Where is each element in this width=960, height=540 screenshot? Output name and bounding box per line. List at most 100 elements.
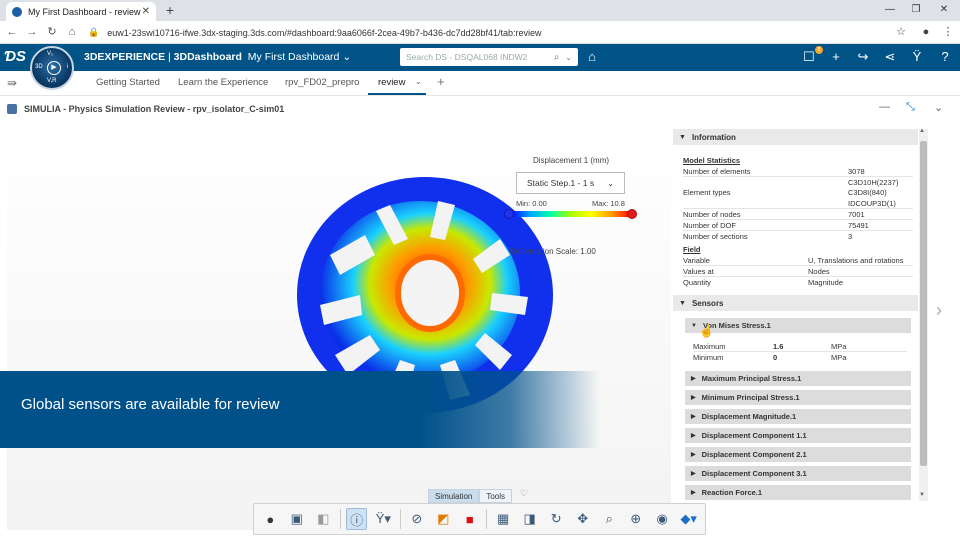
row-divider (683, 265, 913, 266)
notification-badge: 5 (815, 46, 823, 54)
sensor-displacement-magnitude[interactable]: ▶ Displacement Magnitude.1 (685, 409, 911, 424)
zoom-icon[interactable]: ⊕ (625, 508, 646, 530)
info-icon[interactable]: ⓘ (346, 508, 368, 530)
stat-value: 3 (848, 232, 853, 241)
search-scope-chevron-icon[interactable]: ⌄ (565, 53, 572, 62)
zoom-area-icon[interactable]: ⌕ (599, 508, 620, 530)
bookmark-star-icon[interactable]: ☆ (893, 24, 909, 40)
row-divider (683, 176, 913, 177)
mesh-icon[interactable]: ▦ (493, 508, 514, 530)
apps-icon[interactable]: Ÿ (908, 48, 926, 66)
search-input[interactable]: Search DS - DSQAL068 INDW2 ⌕ ⌄ (400, 48, 578, 66)
sensor-maximum-principal-stress[interactable]: ▶ Maximum Principal Stress.1 (685, 371, 911, 386)
camera-icon[interactable]: ◧ (313, 508, 334, 530)
caption-text: Global sensors are available for review (21, 396, 280, 413)
compass-widget[interactable]: V₁ 3D i V,R ▶ (30, 46, 74, 90)
step-select-value: Static Step.1 - 1 s (527, 178, 595, 188)
close-window-icon[interactable]: ✕ (934, 2, 954, 18)
help-icon[interactable]: ? (936, 48, 954, 66)
sensors-section-header[interactable]: ▼ Sensors (673, 295, 918, 311)
colorbar-max-handle[interactable] (627, 209, 637, 219)
minimize-window-icon[interactable]: — (880, 2, 900, 18)
expand-triangle-icon: ▶ (691, 433, 696, 439)
url-text: euw1-23swi10716-ifwe.3dx-staging.3ds.com… (107, 27, 542, 38)
search-icon[interactable]: ⌕ (554, 52, 560, 63)
toolbar-tabs: Simulation Tools (428, 489, 513, 503)
color-legend-icon[interactable]: ■ (460, 508, 481, 530)
gradient-icon[interactable]: ◩ (433, 508, 454, 530)
toolbar-tab-simulation[interactable]: Simulation (428, 489, 480, 503)
brand-app: 3DDashboard (173, 51, 242, 63)
sensor-reaction-force[interactable]: ▶ Reaction Force.1 (685, 485, 911, 500)
back-icon[interactable]: ← (4, 24, 20, 40)
play-icon[interactable]: ▶ (47, 61, 61, 75)
scroll-up-icon[interactable]: ▲ (919, 128, 925, 134)
sensor-von-mises-stress[interactable]: ▼ Von Mises Stress.1 (685, 318, 911, 333)
sensor-minimum-principal-stress[interactable]: ▶ Minimum Principal Stress.1 (685, 390, 911, 405)
network-icon[interactable]: ⋖ (881, 48, 899, 66)
chevron-right-icon[interactable]: › (936, 300, 942, 321)
rotate-icon[interactable]: ↻ (546, 508, 567, 530)
stat-value: 75491 (848, 221, 869, 230)
widget-menu-chevron-icon[interactable]: ⌄ (934, 101, 943, 114)
toolbar-collapse-chevron-icon[interactable]: ♡ (520, 488, 528, 499)
close-tab-icon[interactable]: ✕ (142, 6, 150, 17)
browser-menu-icon[interactable]: ⋮ (940, 24, 956, 40)
active-tab-indicator (368, 93, 426, 95)
new-tab-button[interactable]: + (162, 2, 178, 18)
panel-scrollbar-thumb[interactable] (920, 141, 927, 466)
field-key: Quantity (683, 278, 711, 287)
sensor-name: Maximum Principal Stress.1 (701, 374, 802, 383)
sidebar-toggle-icon[interactable]: ⇛ (7, 76, 17, 90)
sensors-header-label: Sensors (691, 298, 724, 308)
toolbar-tab-tools[interactable]: Tools (479, 489, 513, 503)
restore-window-icon[interactable]: ❐ (906, 2, 926, 18)
sensor-displacement-component-2[interactable]: ▶ Displacement Component 2.1 (685, 447, 911, 462)
reload-icon[interactable]: ↻ (44, 24, 60, 40)
information-section-header[interactable]: ▼ Information (673, 129, 918, 145)
minimize-widget-icon[interactable]: — (879, 101, 890, 113)
mouse-cursor-icon: ☝ (699, 324, 714, 338)
collapse-triangle-icon: ▼ (679, 133, 686, 141)
sensor-displacement-component-3[interactable]: ▶ Displacement Component 3.1 (685, 466, 911, 481)
chevron-down-icon[interactable]: ⌄ (342, 51, 351, 63)
cube-box-icon[interactable]: ▣ (287, 508, 308, 530)
sphere-icon[interactable]: ● (260, 508, 281, 530)
stat-value: C3D10H(2237) (848, 178, 899, 187)
tab-rpv-fd02-prepro[interactable]: rpv_FD02_prepro (285, 77, 359, 88)
browser-tab[interactable]: My First Dashboard - review ✕ (6, 2, 156, 21)
sensor-row-key: Minimum (693, 353, 724, 362)
sensor-displacement-component-1[interactable]: ▶ Displacement Component 1.1 (685, 428, 911, 443)
add-tab-icon[interactable]: + (437, 74, 445, 89)
sensor-row-key: Maximum (693, 342, 726, 351)
colorbar-max-label: Max: 10.8 (592, 199, 625, 208)
tab-menu-chevron-icon[interactable]: ⌄ (415, 77, 422, 86)
pan-icon[interactable]: ✥ (572, 508, 593, 530)
profile-icon[interactable]: ● (918, 24, 934, 40)
share-icon[interactable]: ↪ (854, 48, 872, 66)
tab-learn-the-experience[interactable]: Learn the Experience (178, 77, 268, 88)
model-statistics-label: Model Statistics (683, 156, 741, 165)
axis-icon[interactable]: Ÿ▾ (373, 508, 394, 530)
compass-left-label: 3D (35, 64, 43, 70)
hide-icon[interactable]: ⊘ (407, 508, 428, 530)
expand-triangle-icon: ▶ (691, 395, 696, 401)
url-field[interactable]: 🔒 euw1-23swi10716-ifwe.3dx-staging.3ds.c… (88, 24, 878, 41)
colorbar-min-label: Min: 0.00 (516, 199, 547, 208)
expand-triangle-icon: ▶ (691, 452, 696, 458)
tab-review[interactable]: review (378, 77, 405, 88)
step-select[interactable]: Static Step.1 - 1 s ⌄ (516, 172, 625, 194)
add-icon[interactable]: + (827, 48, 845, 66)
row-divider (683, 230, 913, 231)
home-icon[interactable]: ⌂ (64, 24, 80, 40)
view-cube-icon[interactable]: ◆▾ (678, 508, 699, 530)
forward-icon[interactable]: → (24, 24, 40, 40)
tag-icon[interactable]: ⌂ (583, 48, 601, 66)
tab-getting-started[interactable]: Getting Started (96, 77, 160, 88)
collapse-widget-icon[interactable]: ⤡ (906, 101, 915, 114)
view-icon[interactable]: ◉ (652, 508, 673, 530)
colorbar-min-handle[interactable] (504, 209, 514, 219)
platform-brand[interactable]: 3DEXPERIENCE | 3DDashboard My First Dash… (84, 51, 351, 63)
section-icon[interactable]: ◨ (519, 508, 540, 530)
scroll-down-icon[interactable]: ▼ (919, 492, 925, 498)
